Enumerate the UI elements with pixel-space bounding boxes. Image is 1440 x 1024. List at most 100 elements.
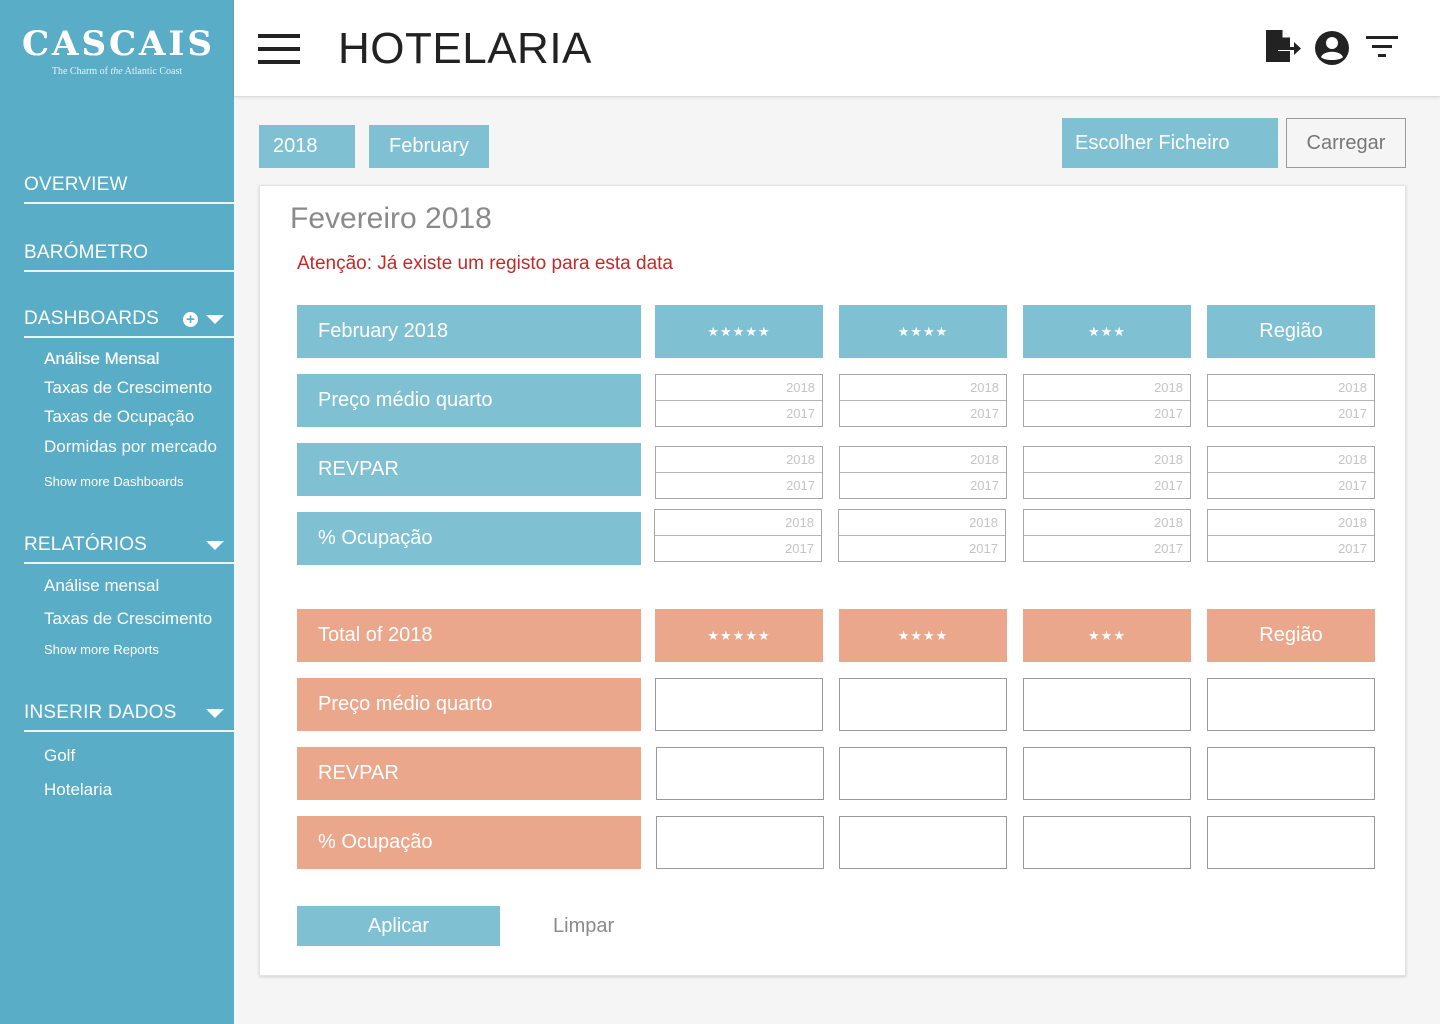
show-more-dashboards-link[interactable]: Show more Dashboards [44,474,183,489]
input-2017[interactable]: 2017 [840,401,1006,427]
total-header: Total of 2018 [297,609,641,662]
total-input[interactable] [655,678,823,731]
input-2018[interactable]: 2018 [1208,447,1374,473]
hamburger-menu-icon[interactable] [258,34,302,64]
total-input[interactable] [656,747,824,800]
dual-input[interactable]: 2018 2017 [655,374,823,427]
dual-input[interactable]: 2018 2017 [839,446,1007,499]
nav-inserir-dados-label: INSERIR DADOS [24,702,177,723]
nav-overview[interactable]: OVERVIEW [24,168,234,204]
duplicate-warning: Atenção: Já existe um registo para esta … [297,253,673,274]
sidebar-item-taxas-crescimento[interactable]: Taxas de Crescimento [44,378,224,398]
total-input[interactable] [839,678,1007,731]
input-2017[interactable]: 2017 [656,473,822,499]
col-4-stars: ★★★★ [839,305,1007,358]
input-2018[interactable]: 2018 [656,447,822,473]
account-circle-icon[interactable] [1314,30,1350,66]
sidebar: CASCAIS The Charm of the Atlantic Coast … [0,0,234,1024]
input-2017[interactable]: 2017 [1024,401,1190,427]
month-selector[interactable]: February [369,125,489,168]
sidebar-item-analise-mensal[interactable]: Análise Mensal [44,349,224,369]
total-input[interactable] [1023,747,1191,800]
logo-wordmark: CASCAIS [22,24,215,64]
sidebar-item-golf[interactable]: Golf [44,746,224,766]
row-preco-medio: Preço médio quarto [297,374,641,427]
input-2017[interactable]: 2017 [655,536,821,562]
total-input[interactable] [839,816,1007,869]
total-col-4-stars: ★★★★ [839,609,1007,662]
col-3-stars: ★★★ [1023,305,1191,358]
year-selector[interactable]: 2018 [259,125,355,168]
export-file-icon[interactable] [1264,28,1302,64]
dual-input[interactable]: 2018 2017 [655,446,823,499]
dual-input[interactable]: 2018 2017 [1207,446,1375,499]
chevron-down-icon[interactable] [206,541,224,550]
total-input[interactable] [1207,816,1375,869]
total-input[interactable] [1207,678,1375,731]
logo-tagline: The Charm of the Atlantic Coast [51,66,183,77]
dual-input[interactable]: 2018 2017 [1207,509,1375,562]
show-more-reports-link[interactable]: Show more Reports [44,642,159,657]
add-dashboard-icon[interactable]: + [183,312,198,327]
total-col-regiao: Região [1207,609,1375,662]
sidebar-item-taxas-crescimento-report[interactable]: Taxas de Crescimento [44,609,224,629]
dual-input[interactable]: 2018 2017 [1023,509,1191,562]
nav-dashboards[interactable]: DASHBOARDS + [24,302,234,338]
total-col-5-stars: ★★★★★ [655,609,823,662]
input-2018[interactable]: 2018 [840,447,1006,473]
input-2018[interactable]: 2018 [1024,447,1190,473]
card-title: Fevereiro 2018 [290,202,492,235]
dual-input[interactable]: 2018 2017 [1207,374,1375,427]
input-2018[interactable]: 2018 [655,510,821,536]
dual-input[interactable]: 2018 2017 [1023,446,1191,499]
input-2017[interactable]: 2017 [1024,473,1190,499]
sidebar-item-taxas-ocupacao[interactable]: Taxas de Ocupação [44,407,224,427]
input-2018[interactable]: 2018 [656,375,822,401]
data-entry-card: Fevereiro 2018 Atenção: Já existe um reg… [259,185,1406,976]
sidebar-item-hotelaria[interactable]: Hotelaria [44,780,224,800]
nav-relatorios[interactable]: RELATÓRIOS [24,528,234,564]
input-2017[interactable]: 2017 [1208,473,1374,499]
total-col-3-stars: ★★★ [1023,609,1191,662]
total-input[interactable] [1023,816,1191,869]
dual-input[interactable]: 2018 2017 [654,509,822,562]
filter-icon[interactable] [1366,36,1400,60]
chevron-down-icon[interactable] [206,315,224,324]
sidebar-item-analise-mensal-report[interactable]: Análise mensal [44,576,224,596]
dual-input[interactable]: 2018 2017 [838,509,1006,562]
total-input[interactable] [839,747,1007,800]
page-title: HOTELARIA [338,24,592,73]
top-header: HOTELARIA [234,0,1440,97]
choose-file-button[interactable]: Escolher Ficheiro [1062,118,1278,168]
total-row-ocupacao: % Ocupação [297,816,641,869]
clear-button[interactable]: Limpar [553,906,633,946]
input-2018[interactable]: 2018 [1024,375,1190,401]
input-2018[interactable]: 2018 [840,375,1006,401]
nav-barometro[interactable]: BARÓMETRO [24,236,234,272]
input-2017[interactable]: 2017 [840,473,1006,499]
total-input[interactable] [656,816,824,869]
total-input[interactable] [1023,678,1191,731]
input-2018[interactable]: 2018 [1208,510,1374,536]
nav-inserir-dados[interactable]: INSERIR DADOS [24,696,234,732]
upload-button[interactable]: Carregar [1286,118,1406,168]
total-input[interactable] [1207,747,1375,800]
input-2017[interactable]: 2017 [1024,536,1190,562]
input-2017[interactable]: 2017 [656,401,822,427]
input-2017[interactable]: 2017 [839,536,1005,562]
sidebar-item-dormidas-mercado[interactable]: Dormidas por mercado [44,437,224,457]
cascais-logo[interactable]: CASCAIS The Charm of the Atlantic Coast [22,26,212,77]
input-2017[interactable]: 2017 [1208,401,1374,427]
input-2018[interactable]: 2018 [1024,510,1190,536]
row-revpar: REVPAR [297,443,641,496]
input-2018[interactable]: 2018 [1208,375,1374,401]
apply-button[interactable]: Aplicar [297,906,500,946]
chevron-down-icon[interactable] [206,709,224,718]
nav-relatorios-label: RELATÓRIOS [24,534,148,555]
input-2017[interactable]: 2017 [1208,536,1374,562]
dual-input[interactable]: 2018 2017 [839,374,1007,427]
monthly-header: February 2018 [297,305,641,358]
dual-input[interactable]: 2018 2017 [1023,374,1191,427]
col-regiao: Região [1207,305,1375,358]
input-2018[interactable]: 2018 [839,510,1005,536]
